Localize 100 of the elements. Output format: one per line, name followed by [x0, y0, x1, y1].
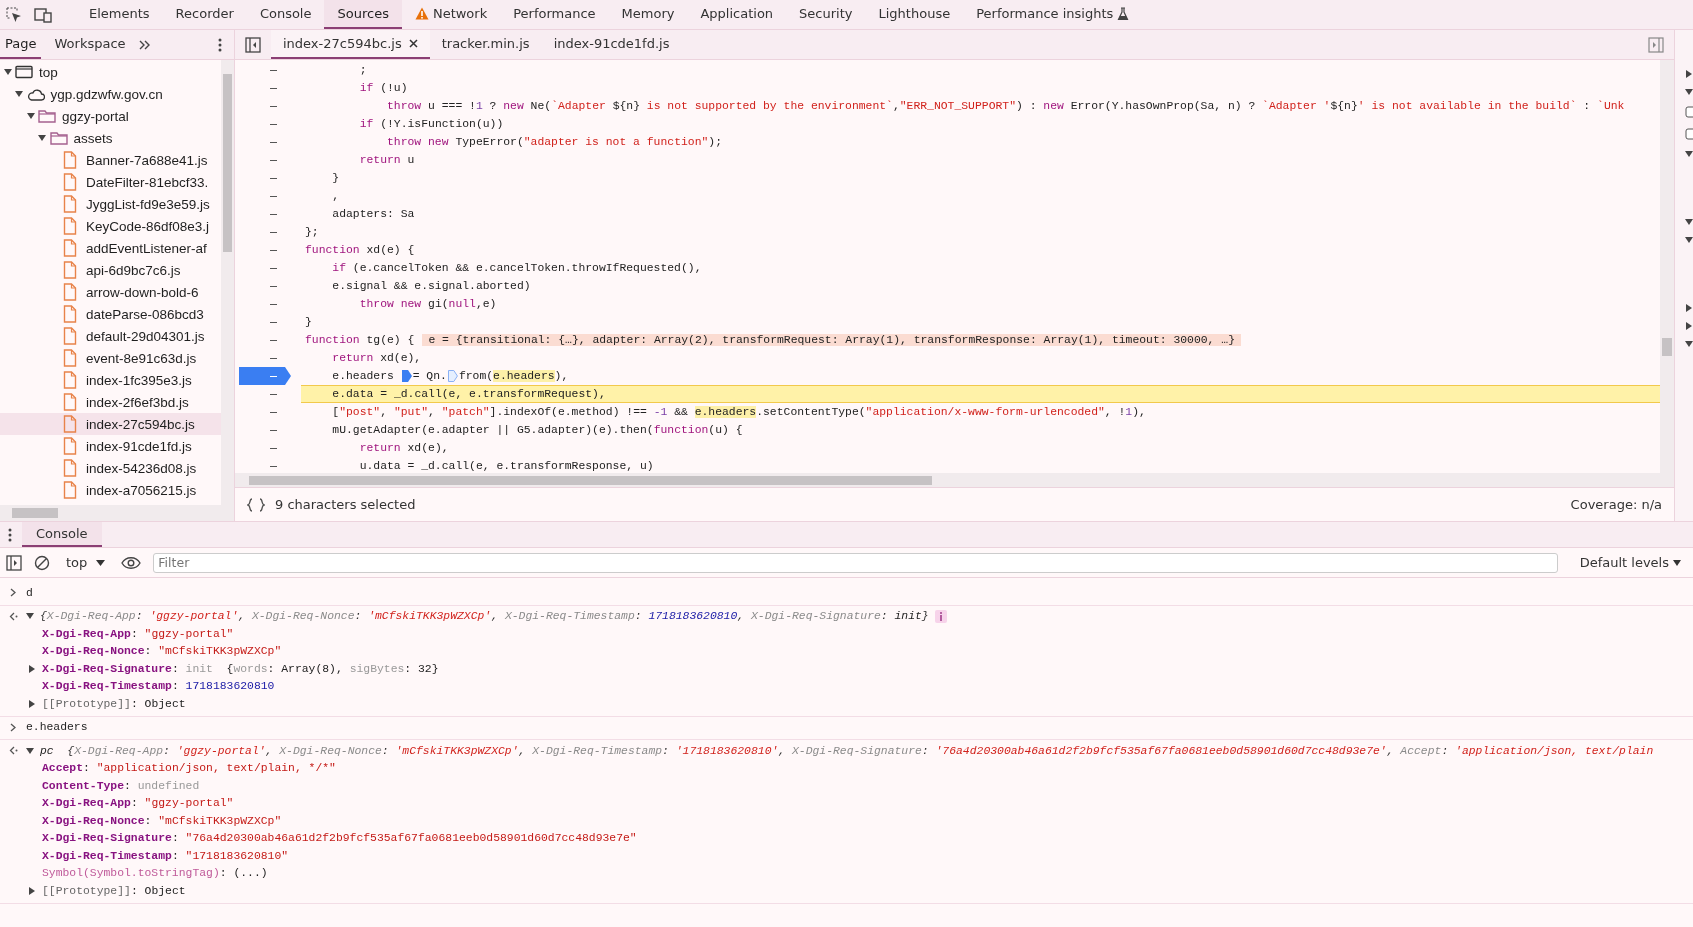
panel-tab[interactable]: Performance [500, 0, 609, 29]
drawer-tab[interactable]: Console [22, 522, 102, 547]
pretty-print-braces-icon[interactable] [247, 497, 265, 512]
tree-item[interactable]: ygp.gdzwfw.gov.cn [0, 83, 221, 105]
scrollbar[interactable] [221, 60, 234, 505]
caret-right-icon[interactable] [1685, 304, 1693, 312]
scrollbar[interactable] [235, 473, 1674, 487]
tree-item-label: index-54236d08.js [86, 460, 197, 476]
tree-item-label: index-27c594bc.js [86, 416, 195, 432]
tree-item[interactable]: index-a7056215.js [0, 479, 221, 501]
checkbox-icon[interactable] [1685, 128, 1693, 140]
tree-item[interactable]: index-27c594bc.js [0, 413, 221, 435]
tree-item[interactable]: index-2f6ef3bd.js [0, 391, 221, 413]
tree-item[interactable]: api-6d9bc7c6.js [0, 259, 221, 281]
more-tabs-chevron-icon[interactable] [138, 38, 151, 51]
panel-tab[interactable]: Memory [608, 0, 688, 29]
file-tab[interactable]: index-91cde1fd.js [541, 30, 682, 59]
tree-item[interactable]: index-91cde1fd.js [0, 435, 221, 457]
file-icon [63, 327, 77, 345]
tree-item[interactable]: top [0, 61, 221, 83]
device-toggle-icon[interactable] [34, 6, 52, 23]
navigator-tab[interactable]: Workspace [49, 30, 131, 59]
tree-item[interactable]: default-29d04301.js [0, 325, 221, 347]
console-command-text: e.headers [26, 721, 88, 734]
eye-icon[interactable] [121, 555, 142, 570]
tree-item[interactable]: index-1fc395e3.js [0, 369, 221, 391]
object-property: X-Dgi-Req-Signature: "76a4d20300ab46a61d2f2b9fcf535af67fa0681eeb0d58901d60d7cc48d93e7e" [42, 832, 637, 845]
code-line: return u [358, 153, 416, 168]
file-icon [63, 195, 77, 213]
tree-item[interactable]: arrow-down-bold-6 [0, 281, 221, 303]
caret-right-icon[interactable] [1685, 322, 1693, 330]
panel-tab[interactable]: Application [687, 0, 787, 29]
panel-tab[interactable]: Elements [76, 0, 163, 29]
tree-item[interactable]: Banner-7a688e41.js [0, 149, 221, 171]
code-line: throw new gi(null,e) [358, 297, 498, 312]
filter-field[interactable]: Filter [153, 552, 1558, 573]
tree-item-label: index-1fc395e3.js [86, 372, 192, 388]
caret-down-icon[interactable] [1685, 88, 1693, 96]
code-line: , [331, 189, 341, 204]
object-preview[interactable]: pc {X-Dgi-Req-App: 'ggzy-portal', X-Dgi-Req-Nonce: 'mCfskiTKK3pWZXCp', X-Dgi-Req-Timestamp: '1718183620810', X-Dgi-Req-Signature: '76a4d20300ab46a61d2f2b9fcf535af67fa0681eeb0d58901d60d7cc48d93e7e', Accept: 'application/json, text/plain [40, 744, 1654, 757]
tree-item[interactable]: ggzy-portal [0, 105, 221, 127]
panel-tab[interactable]: Recorder [162, 0, 247, 29]
object-property: [[Prototype]]: Object [42, 697, 186, 710]
expand-caret-icon[interactable] [38, 134, 46, 142]
coverage-status: Coverage: n/a [1570, 497, 1662, 512]
tree-item[interactable]: KeyCode-86df08e3.j [0, 215, 221, 237]
caret-down-icon[interactable] [1685, 236, 1693, 244]
more-menu-icon[interactable] [8, 527, 12, 542]
code-text: e.headers [331, 370, 395, 382]
navigator-tab[interactable]: Page [0, 30, 42, 59]
tree-item[interactable]: JyggList-fd9e3e59.js [0, 193, 221, 215]
tree-item[interactable]: addEventListener-af [0, 237, 221, 259]
sidebar-toggle-icon[interactable] [6, 554, 22, 571]
file-tab[interactable]: index-27c594bc.js [271, 30, 430, 59]
caret-down-icon[interactable] [1685, 340, 1693, 348]
tree-item[interactable]: index-54236d08.js [0, 457, 221, 479]
panel-tab[interactable]: Console [246, 0, 325, 29]
tree-item[interactable]: event-8e91c63d.js [0, 347, 221, 369]
inspect-icon[interactable] [6, 6, 22, 23]
object-preview[interactable]: {X-Dgi-Req-App: 'ggzy-portal', X-Dgi-Req-Nonce: 'mCfskiTKK3pWZXCp', X-Dgi-Req-Timestamp: 1718183620810, X-Dgi-Req-Signature: init} [40, 610, 929, 623]
expand-caret-icon[interactable] [26, 746, 34, 755]
tree-item-label: assets [73, 130, 113, 146]
tree-item[interactable]: DateFilter-81ebcf33. [0, 171, 221, 193]
panel-tab[interactable]: Lighthouse [865, 0, 964, 29]
expand-caret-icon[interactable] [28, 664, 36, 673]
panel-tab[interactable]: Security [786, 0, 866, 29]
context-dropdown[interactable]: top [62, 553, 110, 572]
dropdown-caret-icon [96, 559, 106, 566]
expand-caret-icon[interactable] [26, 612, 34, 621]
expand-caret-icon[interactable] [3, 68, 12, 76]
tree-item[interactable]: assets [0, 127, 221, 149]
flask-icon [1117, 6, 1130, 21]
object-property: Content-Type: undefined [42, 779, 200, 792]
panel-tab[interactable]: Network [401, 0, 501, 29]
expand-caret-icon[interactable] [28, 699, 36, 708]
expand-caret-icon[interactable] [15, 90, 23, 98]
scrollbar[interactable] [0, 505, 234, 521]
tree-item-label: addEventListener-af [86, 240, 207, 256]
sidebar-toggle-icon[interactable] [1648, 36, 1664, 53]
expand-caret-icon[interactable] [28, 886, 36, 895]
tree-item[interactable]: dateParse-086bcd3 [0, 303, 221, 325]
file-tab[interactable]: tracker.min.js [429, 30, 542, 59]
sidebar-toggle-icon[interactable] [245, 36, 261, 53]
caret-right-icon[interactable] [1685, 70, 1693, 78]
expand-caret-icon[interactable] [26, 112, 35, 120]
log-levels-dropdown[interactable]: Default levels [1573, 554, 1687, 571]
close-icon[interactable] [408, 39, 418, 48]
scrollbar[interactable] [1660, 60, 1674, 473]
caret-down-icon[interactable] [1685, 218, 1693, 226]
inline-breakpoint-icon[interactable] [401, 370, 412, 382]
checkbox-icon[interactable] [1685, 106, 1693, 118]
tree-item-label: default-29d04301.js [86, 328, 205, 344]
caret-down-icon[interactable] [1685, 150, 1693, 158]
panel-tab[interactable]: Performance insights [963, 0, 1143, 29]
more-menu-icon[interactable] [218, 37, 222, 52]
info-icon[interactable] [934, 609, 947, 623]
clear-console-icon[interactable] [34, 554, 50, 571]
panel-tab[interactable]: Sources [324, 0, 402, 29]
code-line: return xd(e), [358, 441, 450, 456]
code-line: } [304, 315, 313, 330]
